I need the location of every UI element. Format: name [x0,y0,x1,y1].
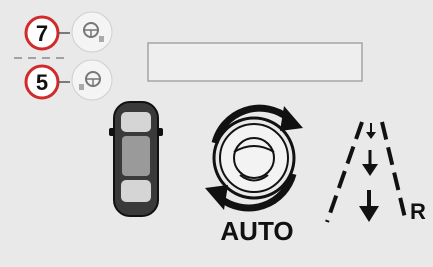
steering-wheel-up-icon [71,11,113,53]
auto-mode-label: AUTO [220,216,293,246]
down-arrow-large [359,190,379,222]
down-arrow-small [366,123,376,139]
callout-number: 7 [36,21,48,46]
steering-wheel-auto-icon [205,104,303,212]
reverse-label: R [410,199,426,224]
car-top-view-icon [109,101,163,217]
instrument-display: 7 5 AUTO R [0,0,433,267]
callout-7: 7 [24,11,113,53]
callout-5: 5 [24,59,113,101]
down-arrow-medium [362,150,378,176]
message-box [147,42,363,82]
steering-wheel-down-icon [71,59,113,101]
lane-guide-icon [325,121,408,223]
callout-number: 5 [36,70,48,95]
